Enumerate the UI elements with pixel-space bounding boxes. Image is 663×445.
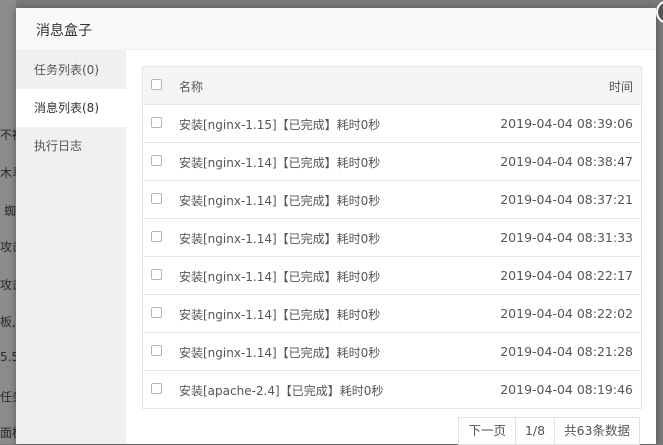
row-checkbox[interactable] bbox=[151, 155, 162, 166]
row-time: 2019-04-04 08:39:06 bbox=[500, 116, 633, 131]
total-count: 共63条数据 bbox=[554, 418, 639, 444]
row-time: 2019-04-04 08:37:21 bbox=[500, 192, 633, 207]
page-indicator: 1/8 bbox=[514, 418, 554, 444]
row-time: 2019-04-04 08:21:28 bbox=[500, 344, 633, 359]
table-header: 名称 时间 bbox=[143, 67, 641, 105]
table-row: 安装[nginx-1.14]【已完成】耗时0秒 2019-04-04 08:37… bbox=[143, 181, 641, 219]
table-row: 安装[nginx-1.14]【已完成】耗时0秒 2019-04-04 08:22… bbox=[143, 257, 641, 295]
close-button[interactable] bbox=[656, 0, 663, 24]
row-time: 2019-04-04 08:19:46 bbox=[500, 382, 633, 397]
sidebar-item-logs[interactable]: 执行日志 bbox=[16, 127, 126, 165]
table-row: 安装[apache-2.4]【已完成】耗时0秒 2019-04-04 08:19… bbox=[143, 371, 641, 409]
background-page: 不被 木马 蜘 攻击 攻击 板, 5.5 任务 面板 bbox=[0, 0, 16, 444]
row-name: 安装[nginx-1.14]【已完成】耗时0秒 bbox=[179, 232, 381, 246]
row-name: 安装[nginx-1.15]【已完成】耗时0秒 bbox=[179, 118, 381, 132]
background-text: 板, bbox=[0, 315, 16, 329]
row-checkbox[interactable] bbox=[151, 307, 162, 318]
row-name: 安装[nginx-1.14]【已完成】耗时0秒 bbox=[179, 270, 381, 284]
pagination: 下一页 1/8 共63条数据 bbox=[458, 417, 640, 445]
row-name: 安装[nginx-1.14]【已完成】耗时0秒 bbox=[179, 156, 381, 170]
column-header-time: 时间 bbox=[608, 80, 633, 94]
modal-title: 消息盒子 bbox=[36, 23, 92, 39]
row-checkbox[interactable] bbox=[151, 231, 162, 242]
background-text: 蜘 bbox=[4, 204, 16, 218]
row-time: 2019-04-04 08:31:33 bbox=[500, 230, 633, 245]
table-row: 安装[nginx-1.15]【已完成】耗时0秒 2019-04-04 08:39… bbox=[143, 105, 641, 143]
select-all-checkbox[interactable] bbox=[151, 79, 162, 90]
background-text: 木马 bbox=[0, 166, 16, 180]
column-header-name: 名称 bbox=[179, 80, 204, 94]
message-table: 名称 时间 安装[nginx-1.15]【已完成】耗时0秒 2019-04-04… bbox=[142, 66, 642, 409]
row-checkbox[interactable] bbox=[151, 269, 162, 280]
sidebar-item-messages[interactable]: 消息列表(8) bbox=[16, 89, 126, 127]
table-row: 安装[nginx-1.14]【已完成】耗时0秒 2019-04-04 08:21… bbox=[143, 333, 641, 371]
row-name: 安装[nginx-1.14]【已完成】耗时0秒 bbox=[179, 346, 381, 360]
next-page-button[interactable]: 下一页 bbox=[459, 418, 515, 444]
row-name: 安装[nginx-1.14]【已完成】耗时0秒 bbox=[179, 194, 381, 208]
modal-header: 消息盒子 bbox=[16, 0, 663, 50]
background-text: 面板 bbox=[0, 426, 16, 440]
table-row: 安装[nginx-1.14]【已完成】耗时0秒 2019-04-04 08:31… bbox=[143, 219, 641, 257]
row-checkbox[interactable] bbox=[151, 345, 162, 356]
background-text: 任务 bbox=[0, 390, 16, 404]
background-text: 5.5 bbox=[0, 350, 16, 364]
message-box-modal: 消息盒子 任务列表(0) 消息列表(8) 执行日志 名称 时间 安装[nginx… bbox=[16, 0, 663, 445]
row-time: 2019-04-04 08:22:17 bbox=[500, 268, 633, 283]
row-time: 2019-04-04 08:22:02 bbox=[500, 306, 633, 321]
message-list: 名称 时间 安装[nginx-1.15]【已完成】耗时0秒 2019-04-04… bbox=[142, 66, 642, 409]
row-name: 安装[nginx-1.14]【已完成】耗时0秒 bbox=[179, 308, 381, 322]
row-checkbox[interactable] bbox=[151, 117, 162, 128]
table-row: 安装[nginx-1.14]【已完成】耗时0秒 2019-04-04 08:38… bbox=[143, 143, 641, 181]
table-row: 安装[nginx-1.14]【已完成】耗时0秒 2019-04-04 08:22… bbox=[143, 295, 641, 333]
row-checkbox[interactable] bbox=[151, 193, 162, 204]
background-text: 攻击 bbox=[0, 240, 16, 254]
row-time: 2019-04-04 08:38:47 bbox=[500, 154, 633, 169]
row-name: 安装[apache-2.4]【已完成】耗时0秒 bbox=[179, 384, 384, 398]
sidebar-item-tasks[interactable]: 任务列表(0) bbox=[16, 51, 126, 89]
background-text: 攻击 bbox=[0, 278, 16, 292]
sidebar: 任务列表(0) 消息列表(8) 执行日志 bbox=[16, 50, 126, 444]
background-text: 不被 bbox=[0, 128, 16, 142]
row-checkbox[interactable] bbox=[151, 383, 162, 394]
